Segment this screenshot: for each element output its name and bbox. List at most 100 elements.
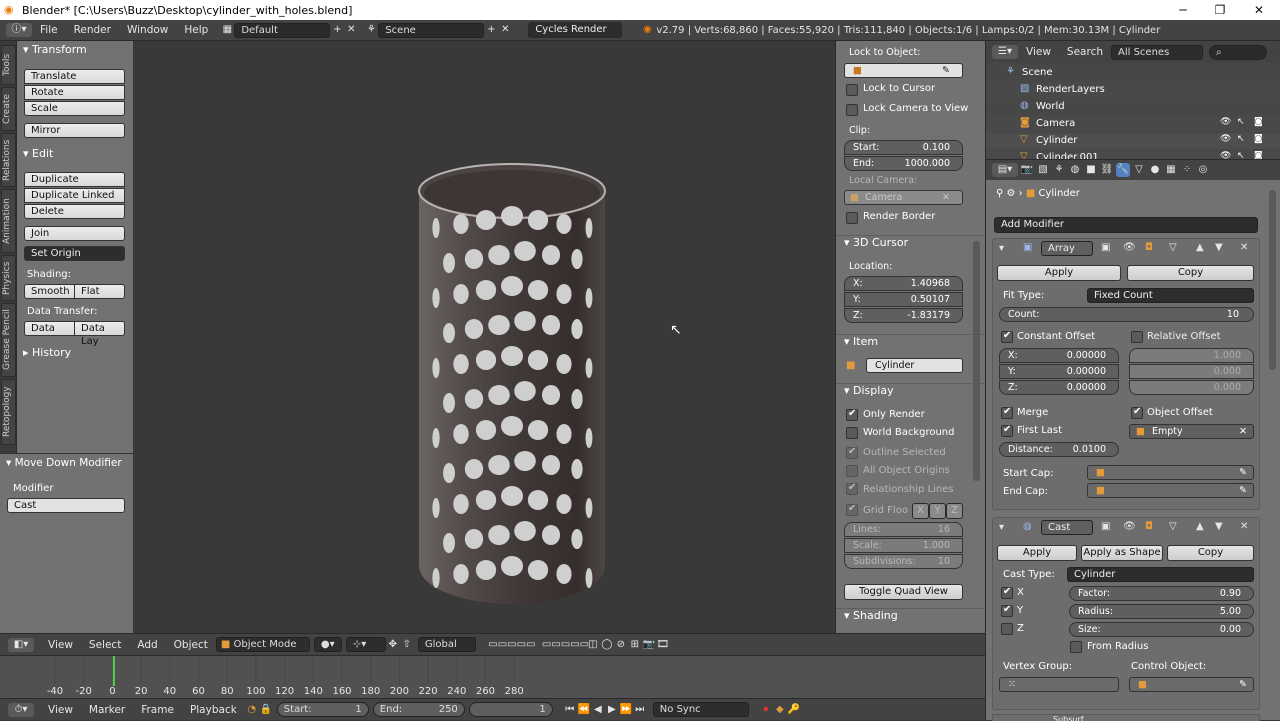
eyedropper-icon[interactable]: ✎ (1239, 466, 1247, 479)
lock-object-field[interactable]: ■ ✎ (844, 63, 963, 78)
add-modifier-dropdown[interactable]: Add Modifier (994, 217, 1258, 233)
cursor-y-field[interactable]: Y: 0.50107 (844, 292, 963, 307)
cast-y-checkbox[interactable] (1001, 604, 1013, 617)
clip-end-field[interactable]: End: 1000.000 (844, 156, 963, 171)
collapse-arrow-icon[interactable]: ▾ (999, 243, 1004, 254)
tab-physics[interactable]: Physics (1, 255, 16, 301)
outliner-search-field[interactable]: ⌕ (1209, 44, 1267, 60)
remove-layout-icon[interactable]: ✕ (344, 23, 358, 37)
proportional-edit-icon[interactable]: ◯ (600, 638, 614, 652)
outliner-display-mode[interactable]: All Scenes (1111, 44, 1203, 60)
tab-grease-pencil[interactable]: Grease Pencil (1, 303, 16, 377)
cast-apply-as-shape-button[interactable]: Apply as Shape ... (1081, 545, 1163, 572)
collapse-arrow-icon[interactable]: ▾ (999, 522, 1004, 533)
display-in-editmode-icon[interactable]: ▣ (1101, 521, 1110, 532)
last-operator-header[interactable]: ▾ Move Down Modifier (0, 454, 133, 472)
clear-icon[interactable]: ✕ (942, 191, 950, 204)
merge-distance-field[interactable]: Distance: 0.0100 (999, 442, 1119, 457)
cylinder-mesh[interactable] (133, 41, 835, 633)
delete-button[interactable]: Delete (24, 204, 125, 219)
panel-transform-header[interactable]: ▾ Transform (17, 41, 133, 59)
start-frame-field[interactable]: Start: 1 (276, 702, 369, 717)
cast-radius-field[interactable]: Radius: 5.00 (1069, 604, 1254, 619)
move-up-icon[interactable]: ▲ (1196, 521, 1204, 532)
layout-selector[interactable]: Default (234, 22, 331, 38)
add-layout-icon[interactable]: + (330, 23, 344, 37)
grid-subdivisions-field[interactable]: Subdivisions: 10 (844, 554, 963, 569)
material-tab-icon[interactable]: ● (1148, 163, 1162, 177)
local-camera-field[interactable]: ■ Camera ✕ (844, 190, 963, 205)
toggle-quad-view-button[interactable]: Toggle Quad View (844, 584, 963, 600)
end-cap-field[interactable]: ■ ✎ (1087, 483, 1254, 498)
offset-object-field[interactable]: ■ Empty ✕ (1129, 424, 1254, 439)
all-object-origins-checkbox[interactable] (846, 465, 858, 477)
outliner-editor-icon[interactable]: ☰▾ (992, 45, 1018, 59)
cast-copy-button[interactable]: Copy (1167, 545, 1254, 561)
modifiers-tab-icon[interactable]: 🔧 (1116, 163, 1130, 177)
outliner-view-menu[interactable]: View (1018, 46, 1059, 58)
timeline-ruler[interactable]: -40 -20 0 20 40 60 80 100 120 140 160 180 200 220 240 2… (0, 656, 985, 699)
tab-animation[interactable]: Animation (1, 189, 16, 253)
outliner-item-camera[interactable]: ◙ Camera 👁 ↖ ◙ (986, 116, 1280, 132)
item-name-field[interactable]: Cylinder (866, 358, 963, 373)
duplicate-linked-button[interactable]: Duplicate Linked (24, 188, 125, 203)
menu-render[interactable]: Render (66, 24, 119, 36)
array-name-field[interactable]: Array (1041, 241, 1093, 256)
smooth-button[interactable]: Smooth (24, 284, 75, 299)
render-layers-tab-icon[interactable]: ▧ (1036, 163, 1050, 177)
timeline-editor-icon[interactable]: ⏱▾ (8, 702, 34, 717)
render-border-checkbox[interactable] (846, 212, 858, 224)
opengl-render-icon[interactable]: 📷 (642, 638, 656, 652)
object-offset-checkbox[interactable] (1131, 406, 1143, 419)
remove-modifier-icon[interactable]: ✕ (1240, 521, 1248, 532)
display-in-editmode-icon[interactable]: ▣ (1101, 242, 1110, 253)
viewport-view-menu[interactable]: View (40, 639, 81, 651)
move-down-icon[interactable]: ▼ (1215, 242, 1223, 253)
jump-end-icon[interactable]: ⏭ (633, 703, 647, 717)
array-copy-button[interactable]: Copy (1127, 265, 1254, 281)
lock-to-cursor-checkbox[interactable] (846, 84, 858, 96)
editor-type-3d-view-icon[interactable]: ◧▾ (8, 637, 34, 652)
tab-retopology[interactable]: Retopology (1, 379, 16, 445)
flat-button[interactable]: Flat (74, 284, 125, 299)
remove-modifier-icon[interactable]: ✕ (1240, 242, 1248, 253)
outliner-item-renderlayers[interactable]: ▧ RenderLayers (986, 82, 1280, 98)
relative-offset-checkbox[interactable] (1131, 331, 1143, 343)
lock-layers-icon[interactable]: ◫ (586, 638, 600, 652)
minimize-button[interactable]: ─ (1164, 0, 1202, 20)
eye-icon[interactable]: 👁 (1220, 134, 1231, 144)
only-render-checkbox[interactable] (846, 408, 858, 421)
close-window-button[interactable]: ✕ (1240, 0, 1278, 20)
scene-tab-icon[interactable]: ⚘ (1052, 163, 1066, 177)
viewport-select-menu[interactable]: Select (81, 639, 129, 651)
keyframe-insert-icon[interactable]: 🔑 (787, 703, 801, 717)
sync-mode-dropdown[interactable]: No Sync (652, 702, 749, 717)
constant-offset-checkbox[interactable] (1001, 330, 1013, 343)
display-in-render-icon[interactable]: ◘ (1145, 521, 1153, 532)
viewport-shading-dropdown[interactable]: ●▾ (313, 637, 342, 652)
select-arrow-icon[interactable]: ↖ (1237, 134, 1245, 144)
timeline-view-menu[interactable]: View (40, 704, 81, 716)
cursor-panel-header[interactable]: ▾ 3D Cursor (836, 235, 986, 251)
scene-icon[interactable]: ⚘ (364, 23, 378, 37)
display-in-viewport-icon[interactable]: 👁 (1123, 242, 1136, 253)
record-icon[interactable]: ⏺ (759, 703, 773, 717)
count-field[interactable]: Count: 10 (999, 307, 1254, 322)
screen-layout-icon[interactable]: ▦ (220, 23, 234, 37)
merge-checkbox[interactable] (1001, 406, 1013, 419)
render-engine-selector[interactable]: Cycles Render (528, 22, 623, 38)
control-object-field[interactable]: ■ ✎ (1129, 677, 1254, 692)
adjust-edit-cage-icon[interactable]: ▽ (1169, 521, 1177, 532)
lock-time-icon[interactable]: 🔒 (259, 703, 273, 717)
vertex-group-field[interactable]: ⁙ (999, 677, 1119, 692)
end-frame-field[interactable]: End: 250 (372, 702, 465, 717)
render-tab-icon[interactable]: 📷 (1020, 163, 1034, 177)
clear-icon[interactable]: ✕ (1239, 425, 1247, 438)
relative-offset-z-field[interactable]: 0.000 (1129, 380, 1254, 395)
object-tab-icon[interactable]: ■ (1084, 163, 1098, 177)
pivot-point-dropdown[interactable]: ⊹▾ (345, 637, 386, 652)
select-arrow-icon[interactable]: ↖ (1237, 117, 1245, 127)
npanel-scrollbar[interactable] (973, 241, 980, 481)
move-down-icon[interactable]: ▼ (1215, 521, 1223, 532)
timeline-playback-menu[interactable]: Playback (182, 704, 245, 716)
